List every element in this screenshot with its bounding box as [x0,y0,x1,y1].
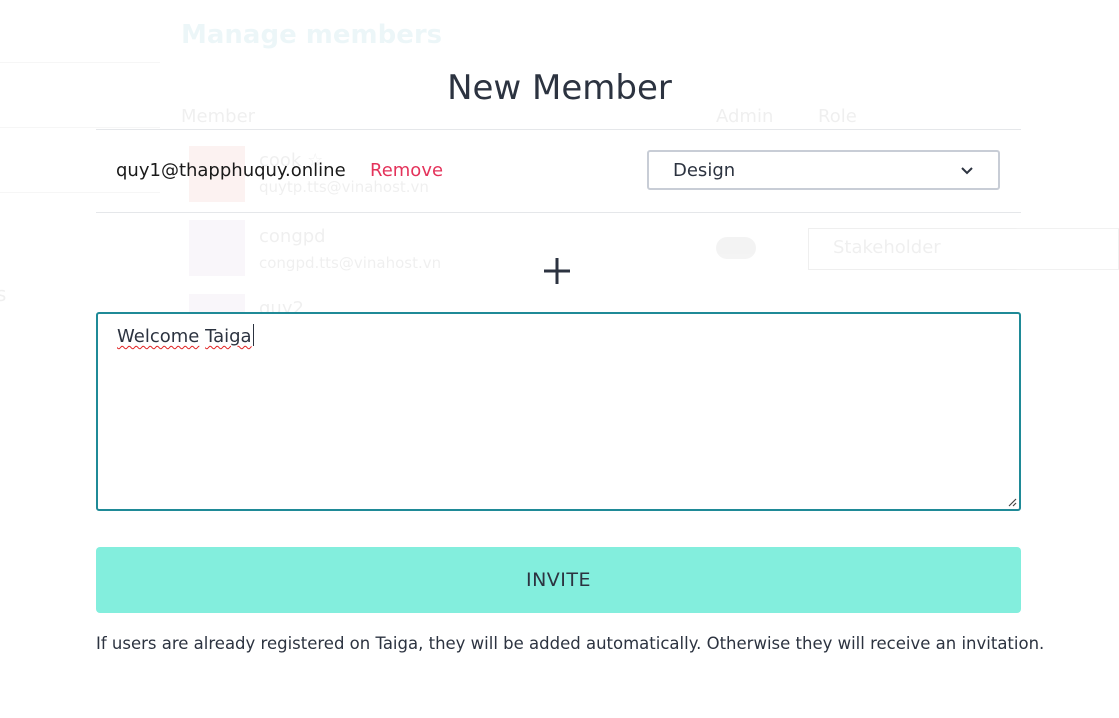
invitation-message-textarea[interactable]: Welcome Taiga [96,312,1021,511]
invite-help-text: If users are already registered on Taiga… [96,634,1045,653]
chevron-down-icon [961,167,973,175]
resize-grip-icon[interactable] [1007,497,1017,507]
member-row: quy1@thapphuquy.online Remove Design [96,129,1021,213]
remove-member-link[interactable]: Remove [370,160,443,181]
add-member-icon[interactable] [541,255,573,287]
text-caret [252,324,254,346]
misspelled-word: Welcome [117,326,200,347]
misspelled-word: Taiga [205,326,252,347]
invitation-message-text: Welcome Taiga [117,324,254,347]
invite-button[interactable]: INVITE [96,547,1021,613]
role-select[interactable]: Design [647,150,1000,190]
dialog-title: New Member [447,68,672,108]
role-select-value: Design [673,159,736,181]
new-member-dialog: New Member quy1@thapphuquy.online Remove… [0,0,1119,718]
member-email: quy1@thapphuquy.online [116,160,346,181]
